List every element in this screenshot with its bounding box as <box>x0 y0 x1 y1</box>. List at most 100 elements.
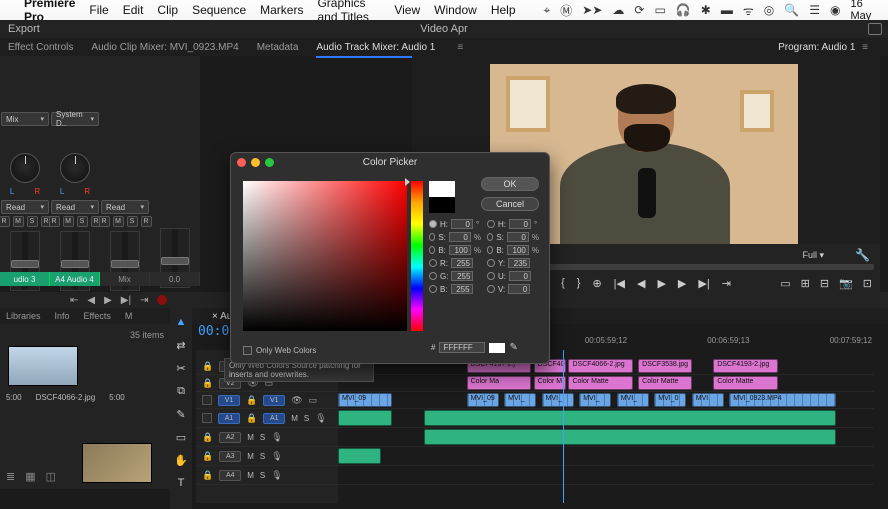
step-forward-icon[interactable]: ▶ <box>678 277 686 290</box>
go-in-icon[interactable]: ⇤ <box>70 295 78 306</box>
tool-icon[interactable]: ⌖ <box>544 3 551 18</box>
h2-input[interactable] <box>509 219 531 229</box>
add-marker-icon[interactable]: ⊕ <box>592 277 601 290</box>
rectangle-tool-icon[interactable]: ▭ <box>173 429 189 445</box>
m-icon[interactable]: Ⓜ <box>560 2 572 19</box>
s-input[interactable] <box>449 232 471 242</box>
read-dropdown-3[interactable]: Read <box>101 200 149 214</box>
track-header-a1[interactable]: A1🔒A1MS🎙 <box>196 409 338 428</box>
tab-audio-track-mixer[interactable]: Audio Track Mixer: Audio 1 <box>316 39 435 56</box>
clip[interactable]: MVI_0 <box>654 393 686 407</box>
track-header-a3[interactable]: 🔒A3MS🎙 <box>196 447 338 466</box>
blue-input[interactable] <box>451 284 473 294</box>
track-label-4[interactable]: A4 Audio 4 <box>50 272 100 286</box>
read-dropdown-2[interactable]: Read <box>51 200 99 214</box>
h2-radio[interactable] <box>487 220 495 228</box>
v-input[interactable] <box>508 284 530 294</box>
clip[interactable]: Color Ma <box>467 376 531 390</box>
list-view-icon[interactable]: ≣ <box>6 470 15 483</box>
display-icon[interactable]: ▭ <box>654 3 665 17</box>
track-header-a2[interactable]: 🔒A2MS🎙 <box>196 428 338 447</box>
search-icon[interactable]: 🔍 <box>784 3 799 17</box>
menu-window[interactable]: Window <box>434 3 477 17</box>
track-header-v1[interactable]: V1🔒V1👁▭ <box>196 392 338 409</box>
playhead[interactable] <box>563 350 564 503</box>
s-button[interactable]: S <box>27 216 38 227</box>
camera-icon[interactable]: 📷 <box>839 277 853 290</box>
u-input[interactable] <box>509 271 531 281</box>
b-input[interactable] <box>449 245 471 255</box>
resolution-dropdown[interactable]: Full ▾ <box>802 250 824 261</box>
headphones-icon[interactable]: 🎧 <box>676 3 691 17</box>
go-to-out-icon[interactable]: ▶| <box>698 277 709 290</box>
step-fwd-icon[interactable]: ▶| <box>121 295 131 306</box>
clip[interactable]: Color Matte <box>638 376 692 390</box>
hue-slider[interactable] <box>411 181 423 331</box>
m-button[interactable]: M <box>13 216 24 227</box>
freeform-icon[interactable]: ◫ <box>46 470 56 483</box>
project-thumb-1[interactable] <box>8 346 78 386</box>
only-web-colors[interactable]: Only Web Colors <box>243 346 316 355</box>
lift-button-icon[interactable]: ▭ <box>780 277 790 290</box>
s2-input[interactable] <box>507 232 529 242</box>
selection-tool-icon[interactable]: ▲ <box>173 314 189 330</box>
razor-tool-icon[interactable]: ✂ <box>173 360 189 376</box>
color-gradient-field[interactable] <box>243 181 407 331</box>
clip[interactable]: MVI <box>692 393 724 407</box>
track-label-mix[interactable]: Mix <box>100 272 150 286</box>
go-to-in-icon[interactable]: |◀ <box>614 277 625 290</box>
clip[interactable] <box>338 448 381 464</box>
clip[interactable]: Color Matte <box>568 376 632 390</box>
sysd-dropdown[interactable]: System D.. <box>51 112 99 126</box>
step-back-icon[interactable]: ◀ <box>87 295 95 306</box>
tab-program[interactable]: Program: Audio 1 ≡ <box>778 39 868 56</box>
clip[interactable]: Color M <box>534 376 566 390</box>
menu-clip[interactable]: Clip <box>157 3 178 17</box>
export-button[interactable]: Export <box>8 23 40 35</box>
clip[interactable] <box>424 429 837 445</box>
step-back-icon[interactable]: ◀ <box>637 277 645 290</box>
discord-icon[interactable]: ☁ <box>612 3 624 17</box>
control-center-icon[interactable]: ☰ <box>809 3 820 17</box>
track-select-tool-icon[interactable]: ⇄ <box>173 337 189 353</box>
clip[interactable] <box>424 410 837 426</box>
timeline-lanes[interactable]: DSCF4107-2.jDSCF406DSCF4066-2.jpgDSCF353… <box>338 350 874 503</box>
hex-input[interactable] <box>439 342 485 353</box>
y-input[interactable] <box>508 258 530 268</box>
hand-tool-icon[interactable]: ✋ <box>173 452 189 468</box>
forward-icon[interactable]: ➤➤ <box>582 3 602 17</box>
b2-input[interactable] <box>507 245 529 255</box>
menu-view[interactable]: View <box>394 3 420 17</box>
menu-edit[interactable]: Edit <box>123 3 144 17</box>
menu-markers[interactable]: Markers <box>260 3 303 17</box>
clip[interactable]: MVI_ <box>504 393 536 407</box>
record-button[interactable] <box>157 295 167 305</box>
clip[interactable]: MVI_0923.MP4 <box>729 393 836 407</box>
pan-knob-2[interactable] <box>60 153 90 183</box>
clip[interactable]: MVI_ <box>617 393 649 407</box>
clip[interactable] <box>338 410 392 426</box>
cancel-button[interactable]: Cancel <box>481 197 539 211</box>
clip[interactable]: MVI_ <box>542 393 574 407</box>
wifi-icon[interactable]: ᯤ <box>743 2 754 19</box>
comparison-view-icon[interactable]: ⊡ <box>863 277 872 290</box>
clip[interactable]: DSCF4066-2.jpg <box>568 359 632 373</box>
r-button[interactable]: R <box>0 216 10 227</box>
settings-icon[interactable]: 🔧 <box>855 248 870 262</box>
web-colors-checkbox[interactable] <box>243 346 252 355</box>
tab-metadata[interactable]: Metadata <box>257 39 299 56</box>
tab-effects[interactable]: Effects <box>84 311 111 321</box>
type-tool-icon[interactable]: T <box>173 475 189 491</box>
lift-icon[interactable]: ⇥ <box>722 277 731 290</box>
tab-effect-controls[interactable]: Effect Controls <box>8 39 73 56</box>
clip[interactable]: MVI_09 <box>338 393 392 407</box>
clip[interactable]: MVI_ <box>579 393 611 407</box>
read-dropdown-1[interactable]: Read <box>1 200 49 214</box>
tab-more[interactable]: M <box>125 311 133 321</box>
panel-menu-icon[interactable]: ≡ <box>457 42 463 53</box>
go-out-icon[interactable]: ⇥ <box>140 295 148 306</box>
clip[interactable]: MVI_09 <box>467 393 499 407</box>
track-label-3[interactable]: udio 3 <box>0 272 50 286</box>
h-input[interactable] <box>451 219 473 229</box>
tab-info[interactable]: Info <box>55 311 70 321</box>
